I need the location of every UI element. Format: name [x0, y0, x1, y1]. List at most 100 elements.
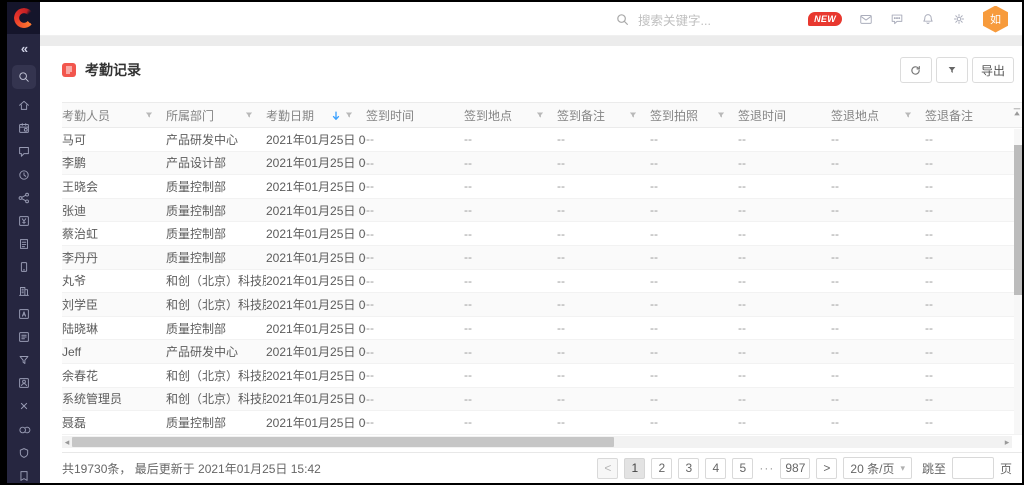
table-cell: -- — [650, 340, 738, 363]
device-icon[interactable] — [12, 260, 36, 274]
badge-icon[interactable] — [12, 446, 36, 460]
table-row[interactable]: 陆晓琳质量控制部2021年01月25日 00:00-------------- — [62, 317, 1022, 341]
filter-icon[interactable] — [903, 110, 913, 120]
page-size-select[interactable]: 20 条/页 ▾ — [843, 457, 912, 479]
idcard-icon[interactable] — [12, 307, 36, 321]
filter-icon[interactable] — [628, 110, 638, 120]
table-cell: -- — [366, 152, 464, 175]
filter-icon[interactable] — [535, 110, 545, 120]
approval-icon[interactable] — [12, 144, 36, 158]
chevron-down-icon: ▾ — [900, 463, 905, 474]
more-pages-ellipsis[interactable]: ··· — [759, 461, 774, 475]
page-button-2[interactable]: 2 — [651, 458, 672, 479]
table-row[interactable]: 丸爷和创（北京）科技股份...2021年01月25日 00:00--------… — [62, 270, 1022, 294]
table-row[interactable]: 张迪质量控制部2021年01月25日 00:00-------------- — [62, 199, 1022, 223]
home-icon[interactable] — [12, 98, 36, 112]
collapse-icon[interactable]: « — [12, 42, 36, 56]
page-title: 考勤记录 — [85, 60, 141, 80]
mail-icon[interactable] — [859, 12, 873, 26]
vertical-scroll-thumb[interactable] — [1014, 145, 1022, 295]
table-row[interactable]: 王晓会质量控制部2021年01月25日 00:00-------------- — [62, 175, 1022, 199]
table-cell: 产品研发中心 — [166, 340, 266, 363]
sidebar-nav: « — [12, 34, 36, 483]
filter-icon[interactable] — [344, 110, 354, 120]
table-cell: -- — [464, 246, 557, 269]
table-row[interactable]: 系统管理员和创（北京）科技股份...2021年01月25日 00:00-----… — [62, 388, 1022, 412]
page-button-987[interactable]: 987 — [780, 458, 810, 479]
main-area: 搜索关键字... NEW 如 考勤记录 — [40, 2, 1022, 483]
share-icon[interactable] — [12, 191, 36, 205]
table-row[interactable]: 李鹏产品设计部2021年01月25日 00:00-------------- — [62, 152, 1022, 176]
report-icon[interactable] — [12, 237, 36, 251]
app-window: « 搜索关键字... NEW 如 — [7, 2, 1022, 483]
calendar-icon[interactable] — [12, 121, 36, 135]
cut-icon[interactable] — [12, 399, 36, 413]
funnel-icon[interactable] — [12, 353, 36, 367]
horizontal-scrollbar[interactable]: ◂ ▸ — [62, 436, 1012, 448]
table-cell: 余春花 — [62, 364, 166, 387]
scroll-right-icon[interactable]: ▸ — [1002, 436, 1012, 448]
table-cell: 2021年01月25日 00:00 — [266, 340, 366, 363]
filter-button[interactable] — [936, 57, 968, 83]
scroll-left-icon[interactable]: ◂ — [62, 436, 72, 448]
vertical-scrollbar[interactable] — [1014, 129, 1022, 434]
horizontal-scroll-thumb[interactable] — [72, 437, 614, 447]
global-search[interactable]: 搜索关键字... — [615, 2, 711, 36]
table-header-row: 考勤人员所属部门考勤日期签到时间签到地点签到备注签到拍照签退时间签退地点签退备注 — [62, 102, 1022, 128]
gear-icon[interactable] — [952, 12, 966, 26]
avatar[interactable]: 如 — [983, 6, 1008, 33]
logo-ring-icon — [14, 8, 34, 28]
table-cell: -- — [738, 388, 831, 411]
table-cell: -- — [925, 388, 1012, 411]
table-row[interactable]: 余春花和创（北京）科技股份...2021年01月25日 00:00-------… — [62, 364, 1022, 388]
table-cell: -- — [738, 152, 831, 175]
filter-icon[interactable] — [144, 110, 154, 120]
filter-icon[interactable] — [244, 110, 254, 120]
schedule-icon[interactable] — [12, 330, 36, 344]
column-header: 签到备注 — [557, 103, 650, 127]
table-row[interactable]: 刘学臣和创（北京）科技股份...2021年01月25日 00:00-------… — [62, 293, 1022, 317]
table-cell: -- — [464, 293, 557, 316]
company-icon[interactable] — [12, 284, 36, 298]
table-cell: -- — [831, 199, 925, 222]
table-cell: -- — [557, 317, 650, 340]
prev-page-button[interactable]: < — [597, 458, 618, 479]
search-icon — [615, 12, 630, 27]
message-icon[interactable] — [890, 12, 904, 26]
new-badge[interactable]: NEW — [808, 12, 842, 27]
table-row[interactable]: 聂磊质量控制部2021年01月25日 00:00-------------- — [62, 411, 1022, 435]
clock-icon[interactable] — [12, 168, 36, 182]
page-button-1[interactable]: 1 — [624, 458, 645, 479]
contract-icon[interactable] — [12, 469, 36, 483]
table-cell: -- — [366, 364, 464, 387]
table-row[interactable]: 李丹丹质量控制部2021年01月25日 00:00-------------- — [62, 246, 1022, 270]
table-row[interactable]: 蔡治虹质量控制部2021年01月25日 00:00-------------- — [62, 222, 1022, 246]
table-cell: -- — [557, 340, 650, 363]
refresh-button[interactable] — [900, 57, 932, 83]
page-button-4[interactable]: 4 — [705, 458, 726, 479]
jump-page-input[interactable] — [952, 457, 994, 479]
bell-icon[interactable] — [921, 12, 935, 26]
scroll-top-icon[interactable] — [1012, 108, 1022, 117]
column-header: 签退备注 — [925, 103, 1012, 127]
finance-icon[interactable] — [12, 214, 36, 228]
table-cell: 和创（北京）科技股份... — [166, 270, 266, 293]
sort-desc-icon[interactable] — [331, 110, 341, 121]
table-cell: -- — [738, 364, 831, 387]
table-row[interactable]: Jeff产品研发中心2021年01月25日 00:00-------------… — [62, 340, 1022, 364]
coins-icon[interactable] — [12, 423, 36, 437]
table-cell: -- — [925, 340, 1012, 363]
next-page-button[interactable]: > — [816, 458, 837, 479]
page-button-3[interactable]: 3 — [678, 458, 699, 479]
search-placeholder: 搜索关键字... — [638, 10, 711, 29]
search-icon[interactable] — [12, 65, 36, 89]
employee-icon[interactable] — [12, 376, 36, 390]
table-row[interactable]: 马可产品研发中心2021年01月25日 00:00-------------- — [62, 128, 1022, 152]
column-label: 签到时间 — [366, 107, 414, 124]
column-header: 签到时间 — [366, 103, 464, 127]
export-button[interactable]: 导出 — [972, 57, 1014, 83]
filter-icon[interactable] — [716, 110, 726, 120]
app-logo[interactable] — [7, 2, 40, 34]
table-cell: -- — [557, 152, 650, 175]
page-button-5[interactable]: 5 — [732, 458, 753, 479]
